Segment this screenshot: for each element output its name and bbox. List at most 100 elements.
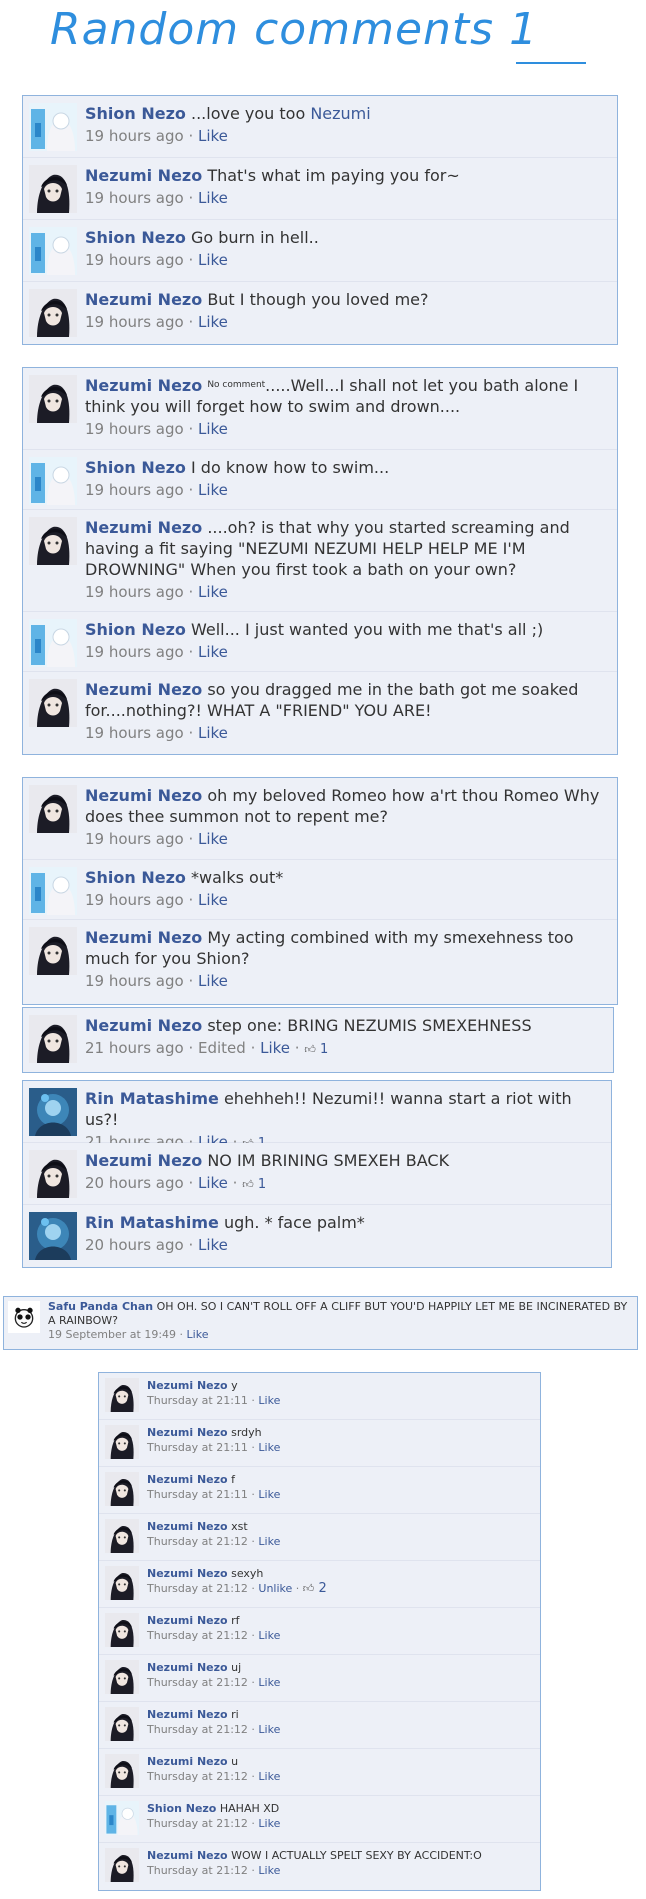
like-link[interactable]: Like	[260, 1039, 290, 1057]
like-link[interactable]: Like	[258, 1864, 280, 1877]
commenter-name-link[interactable]: Nezumi Nezo	[85, 1016, 202, 1035]
edited-label[interactable]: Edited	[198, 1039, 246, 1057]
like-link[interactable]: Like	[198, 420, 228, 438]
like-link[interactable]: Like	[198, 481, 228, 499]
commenter-name-link[interactable]: Rin Matashime	[85, 1089, 219, 1108]
avatar[interactable]	[105, 1754, 139, 1788]
like-link[interactable]: Like	[258, 1394, 280, 1407]
commenter-name-link[interactable]: Shion Nezo	[85, 228, 186, 247]
commenter-name-link[interactable]: Nezumi Nezo	[147, 1708, 228, 1721]
like-link[interactable]: Like	[198, 251, 228, 269]
like-count[interactable]: 👍︎ 1	[242, 1173, 266, 1197]
like-link[interactable]: Like	[258, 1676, 280, 1689]
avatar[interactable]	[29, 165, 77, 213]
commenter-name-link[interactable]: Nezumi Nezo	[147, 1520, 228, 1533]
avatar[interactable]	[29, 679, 77, 727]
timestamp[interactable]: Thursday at 21:12	[147, 1770, 248, 1783]
timestamp[interactable]: Thursday at 21:12	[147, 1864, 248, 1877]
like-link[interactable]: Like	[198, 830, 228, 848]
timestamp[interactable]: 19 September at 19:49	[48, 1328, 176, 1341]
timestamp[interactable]: 19 hours ago	[85, 583, 184, 601]
commenter-name-link[interactable]: Nezumi Nezo	[85, 928, 202, 947]
like-link[interactable]: Like	[198, 724, 228, 742]
avatar[interactable]	[29, 1015, 77, 1063]
commenter-name-link[interactable]: Nezumi Nezo	[85, 1151, 202, 1170]
timestamp[interactable]: Thursday at 21:11	[147, 1394, 248, 1407]
avatar[interactable]	[29, 927, 77, 975]
like-link[interactable]: Like	[258, 1629, 280, 1642]
like-link[interactable]: Like	[198, 1174, 228, 1192]
commenter-name-link[interactable]: Nezumi Nezo	[147, 1567, 228, 1580]
avatar[interactable]	[29, 457, 77, 505]
timestamp[interactable]: 19 hours ago	[85, 313, 184, 331]
commenter-name-link[interactable]: Nezumi Nezo	[147, 1379, 228, 1392]
avatar[interactable]	[105, 1801, 139, 1835]
timestamp[interactable]: Thursday at 21:12	[147, 1535, 248, 1548]
avatar[interactable]	[29, 103, 77, 151]
unlike-link[interactable]: Unlike	[258, 1582, 292, 1595]
commenter-name-link[interactable]: Nezumi Nezo	[147, 1426, 228, 1439]
commenter-name-link[interactable]: Nezumi Nezo	[85, 518, 202, 537]
avatar[interactable]	[105, 1660, 139, 1694]
timestamp[interactable]: 19 hours ago	[85, 420, 184, 438]
avatar[interactable]	[8, 1301, 40, 1333]
like-link[interactable]: Like	[258, 1441, 280, 1454]
avatar[interactable]	[105, 1613, 139, 1647]
commenter-name-link[interactable]: Nezumi Nezo	[147, 1849, 228, 1862]
commenter-name-link[interactable]: Nezumi Nezo	[85, 786, 202, 805]
avatar[interactable]	[105, 1519, 139, 1553]
commenter-name-link[interactable]: Shion Nezo	[85, 458, 186, 477]
like-link[interactable]: Like	[198, 643, 228, 661]
like-link[interactable]: Like	[198, 583, 228, 601]
avatar[interactable]	[105, 1566, 139, 1600]
avatar[interactable]	[29, 785, 77, 833]
avatar[interactable]	[105, 1848, 139, 1882]
timestamp[interactable]: 19 hours ago	[85, 251, 184, 269]
commenter-name-link[interactable]: Rin Matashime	[85, 1213, 219, 1232]
like-link[interactable]: Like	[258, 1770, 280, 1783]
avatar[interactable]	[29, 619, 77, 667]
commenter-name-link[interactable]: Nezumi Nezo	[85, 376, 202, 395]
commenter-name-link[interactable]: Nezumi Nezo	[147, 1755, 228, 1768]
commenter-name-link[interactable]: Shion Nezo	[147, 1802, 216, 1815]
avatar[interactable]	[105, 1378, 139, 1412]
commenter-name-link[interactable]: Nezumi Nezo	[147, 1473, 228, 1486]
like-link[interactable]: Like	[258, 1817, 280, 1830]
like-link[interactable]: Like	[198, 1236, 228, 1254]
timestamp[interactable]: 20 hours ago	[85, 1236, 184, 1254]
like-link[interactable]: Like	[198, 972, 228, 990]
timestamp[interactable]: 19 hours ago	[85, 891, 184, 909]
like-link[interactable]: Like	[198, 891, 228, 909]
commenter-name-link[interactable]: Shion Nezo	[85, 104, 186, 123]
commenter-name-link[interactable]: Nezumi Nezo	[85, 290, 202, 309]
avatar[interactable]	[29, 867, 77, 915]
timestamp[interactable]: 19 hours ago	[85, 724, 184, 742]
timestamp[interactable]: 19 hours ago	[85, 481, 184, 499]
timestamp[interactable]: 19 hours ago	[85, 127, 184, 145]
like-link[interactable]: Like	[258, 1723, 280, 1736]
like-link[interactable]: Like	[198, 189, 228, 207]
commenter-name-link[interactable]: Nezumi Nezo	[147, 1614, 228, 1627]
avatar[interactable]	[29, 1150, 77, 1198]
timestamp[interactable]: Thursday at 21:12	[147, 1817, 248, 1830]
timestamp[interactable]: Thursday at 21:12	[147, 1629, 248, 1642]
avatar[interactable]	[29, 289, 77, 337]
timestamp[interactable]: 19 hours ago	[85, 830, 184, 848]
avatar[interactable]	[105, 1472, 139, 1506]
commenter-name-link[interactable]: Nezumi Nezo	[147, 1661, 228, 1674]
commenter-name-link[interactable]: Shion Nezo	[85, 620, 186, 639]
timestamp[interactable]: 19 hours ago	[85, 972, 184, 990]
like-link[interactable]: Like	[258, 1488, 280, 1501]
mention-link[interactable]: Nezumi	[310, 104, 370, 123]
timestamp[interactable]: 19 hours ago	[85, 643, 184, 661]
timestamp[interactable]: Thursday at 21:11	[147, 1488, 248, 1501]
timestamp[interactable]: Thursday at 21:11	[147, 1441, 248, 1454]
avatar[interactable]	[29, 517, 77, 565]
avatar[interactable]	[29, 1212, 77, 1260]
timestamp[interactable]: Thursday at 21:12	[147, 1723, 248, 1736]
timestamp[interactable]: Thursday at 21:12	[147, 1582, 248, 1595]
avatar[interactable]	[29, 375, 77, 423]
like-count[interactable]: 👍︎ 2	[303, 1581, 327, 1597]
avatar[interactable]	[29, 1088, 77, 1136]
avatar[interactable]	[105, 1425, 139, 1459]
